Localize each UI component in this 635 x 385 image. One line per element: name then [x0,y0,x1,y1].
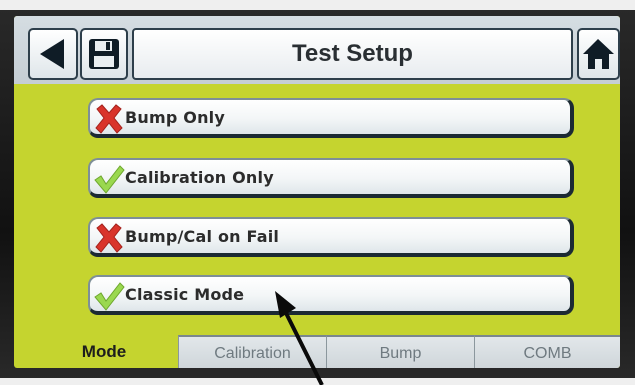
pointer-arrow-icon [275,291,324,385]
